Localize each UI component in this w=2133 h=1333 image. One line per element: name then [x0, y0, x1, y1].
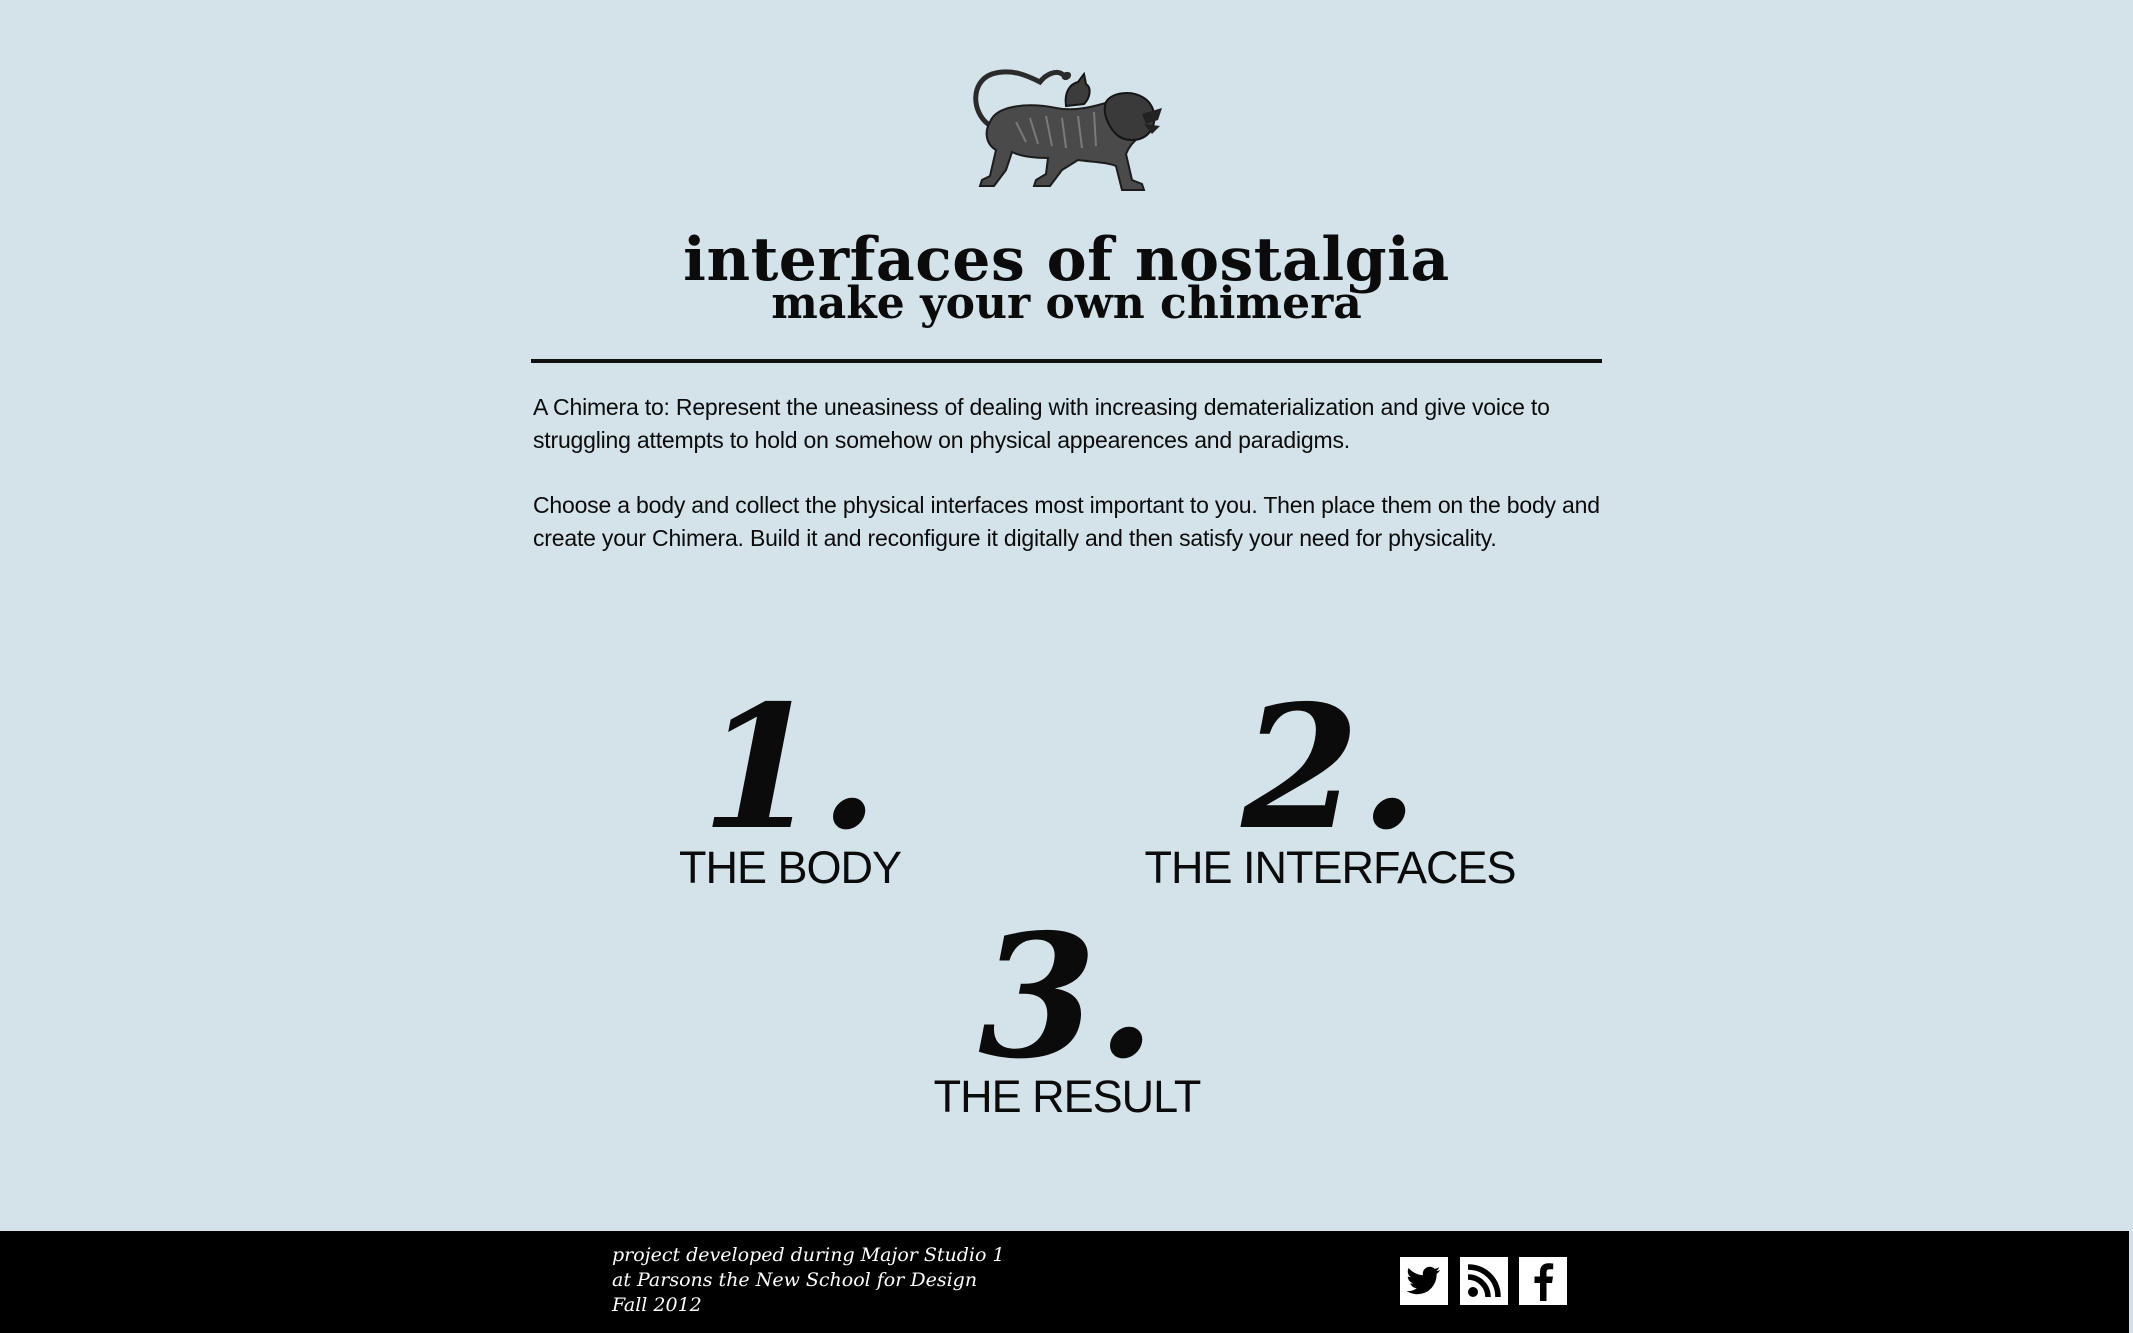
facebook-icon[interactable] [1519, 1257, 1567, 1305]
step-number: 1. [701, 668, 879, 868]
step-interfaces-link[interactable]: 2. THE INTERFACES [1130, 668, 1530, 893]
divider [531, 359, 1602, 363]
instructions-paragraph: Choose a body and collect the physical i… [533, 492, 1600, 551]
twitter-icon[interactable] [1400, 1257, 1448, 1305]
step-label[interactable]: THE INTERFACES [1130, 843, 1530, 893]
page-subtitle: make your own chimera [771, 278, 1362, 329]
footer: project developed during Major Studio 1 … [0, 1231, 2129, 1333]
step-number: 2. [1241, 668, 1419, 868]
footer-credits: project developed during Major Studio 1 … [612, 1243, 1005, 1318]
step-label[interactable]: THE RESULT [917, 1072, 1217, 1122]
step-label[interactable]: THE BODY [640, 843, 940, 893]
footer-line: project developed during Major Studio 1 [612, 1244, 1005, 1266]
rss-icon[interactable] [1460, 1257, 1508, 1305]
step-body-link[interactable]: 1. THE BODY [640, 668, 940, 893]
footer-line: Fall 2012 [612, 1294, 702, 1316]
step-result-link[interactable]: 3. THE RESULT [917, 897, 1217, 1122]
chimera-icon[interactable] [966, 62, 1166, 198]
step-number: 3. [978, 897, 1156, 1097]
footer-line: at Parsons the New School for Design [612, 1269, 978, 1291]
intro-paragraph: A Chimera to: Represent the uneasiness o… [533, 394, 1550, 453]
